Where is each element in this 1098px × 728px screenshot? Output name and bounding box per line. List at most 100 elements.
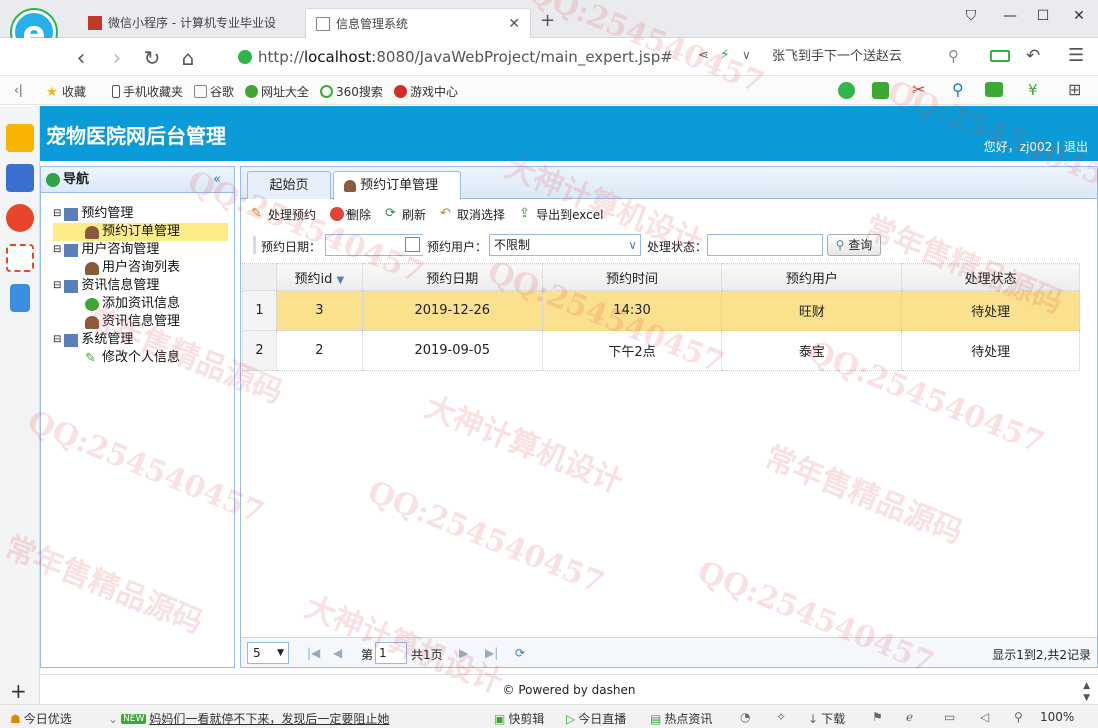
pager-refresh-icon[interactable]: ⟳ [515, 646, 525, 660]
pager: 5 ▼ |◀ ◀ 第 1 共1页 ▶ ▶| ⟳ 显示1到2,共2记录 [241, 637, 1097, 667]
column-header[interactable]: 处理状态 [901, 263, 1080, 291]
tree-item-consult-list[interactable]: 用户咨询列表 [53, 259, 228, 277]
menu-icon[interactable]: ☰ [1068, 45, 1084, 66]
share-icon[interactable]: ⋖ [698, 48, 709, 63]
weibo-icon[interactable] [6, 204, 34, 232]
tab-order-manage[interactable]: 预约订单管理 × [333, 171, 461, 219]
add-icon [85, 297, 99, 311]
status-item[interactable]: ☗ 今日优选 [10, 710, 72, 727]
delete-button[interactable]: 删除 [330, 206, 371, 223]
zoom-icon[interactable]: ⚲ [1014, 710, 1023, 724]
browser-tab-active[interactable]: 信息管理系统 ✕ [305, 8, 531, 38]
window-icon[interactable]: ▭ [944, 710, 955, 724]
back-icon[interactable]: ‹ [68, 46, 94, 71]
main-panel: 起始页 预约订单管理 × ✎ 处理预约 删除 ⟳ 刷新 ↶ 取消选择 ⇪ 导出到exce… [240, 166, 1098, 668]
yen-icon[interactable]: ¥ [1028, 81, 1038, 99]
ext-add-icon[interactable] [872, 82, 889, 99]
magnifier-icon[interactable]: ⚲ [952, 80, 964, 99]
ext-green-icon[interactable] [838, 82, 855, 99]
volume-icon[interactable]: ◁ [980, 710, 989, 724]
process-button[interactable]: ✎ 处理预约 [251, 206, 316, 223]
next-page-icon[interactable]: ▶ [459, 646, 468, 660]
export-excel-button[interactable]: ⇪ 导出到excel [519, 206, 603, 223]
close-window-icon[interactable]: ✕ [1064, 8, 1094, 28]
table-row[interactable]: 2 2 2019-09-05 下午2点 泰宝 待处理 [242, 330, 1080, 371]
sidebar-toggle-icon[interactable]: ‹| [14, 83, 23, 97]
ie-icon[interactable]: ℯ [906, 710, 913, 724]
first-page-icon[interactable]: |◀ [307, 646, 320, 660]
column-header[interactable]: 预约时间 [541, 263, 723, 291]
forward-icon[interactable]: › [104, 46, 130, 71]
chevron-down-icon[interactable]: ∨ [742, 48, 751, 62]
mail-icon[interactable] [6, 244, 34, 272]
deselect-button[interactable]: ↶ 取消选择 [440, 206, 505, 223]
cell-date: 2019-09-05 [361, 330, 543, 371]
cell-time: 14:30 [541, 290, 723, 331]
column-header[interactable]: 预约用户 [721, 263, 903, 291]
status-news[interactable]: ⌄ NEW 妈妈们一看就停不下来，发现后一定要阻止她 [108, 710, 389, 727]
last-page-icon[interactable]: ▶| [485, 646, 498, 660]
tab-close-icon[interactable]: ✕ [508, 10, 520, 38]
browser-nav-bar: ‹ › ↻ ⌂ http://localhost:8080/JavaWebPro… [0, 38, 1098, 76]
tab-favicon-icon [88, 16, 102, 30]
favorites-icon[interactable] [6, 124, 34, 152]
tree-item-news-manage[interactable]: 资讯信息管理 [53, 313, 228, 331]
collapse-icon[interactable]: « [213, 167, 221, 193]
tab-home[interactable]: 起始页 [247, 171, 331, 199]
welcome-logout[interactable]: 您好，zj002 | 退出 [984, 138, 1088, 155]
add-sidebar-icon[interactable]: + [10, 679, 27, 703]
flag-icon[interactable]: ⚑ [872, 710, 883, 724]
bookmark-item[interactable]: 手机收藏夹 [112, 83, 183, 100]
tree-item-order-manage[interactable]: 预约订单管理 [53, 223, 228, 241]
refresh-button[interactable]: ⟳ 刷新 [385, 206, 426, 223]
status-item[interactable]: ▣ 快剪辑 [494, 710, 544, 727]
tab-label: 微信小程序 - 计算机专业毕业设 [108, 16, 276, 30]
tree-item-add-news[interactable]: 添加资讯信息 [53, 295, 228, 313]
column-header[interactable]: 预约id ▼ [275, 263, 363, 291]
maximize-icon[interactable]: ☐ [1028, 8, 1058, 28]
search-icon[interactable]: ⚲ [948, 47, 959, 65]
query-button[interactable]: ⚲ 查询 [827, 234, 881, 256]
bookmark-item[interactable]: 游戏中心 [394, 83, 458, 100]
export-icon: ⇪ [519, 206, 530, 221]
lightning-icon[interactable]: ⚡ [720, 47, 730, 63]
calendar-icon[interactable] [405, 237, 420, 252]
shirt-icon[interactable]: ⛉ [956, 8, 986, 28]
browser-tab-miniprogram[interactable]: 微信小程序 - 计算机专业毕业设 [78, 8, 304, 38]
tree-node-news[interactable]: ⊟ 资讯信息管理 [53, 277, 228, 295]
pin-icon[interactable]: ✧ [776, 710, 786, 724]
new-tab-icon[interactable]: + [540, 10, 555, 31]
status-item[interactable]: ↓ 下载 [808, 710, 845, 727]
state-input[interactable] [707, 234, 823, 256]
zoom-level[interactable]: 100% [1040, 710, 1074, 724]
minimize-icon[interactable]: — [995, 8, 1025, 28]
game-icon [394, 85, 407, 98]
status-item[interactable]: ▷ 今日直播 [566, 710, 626, 727]
tree-node-system[interactable]: ⊟ 系统管理 [53, 331, 228, 349]
home-icon[interactable]: ⌂ [175, 46, 201, 70]
undo-icon[interactable]: ↶ [1026, 46, 1040, 66]
column-header[interactable]: 预约日期 [361, 263, 543, 291]
bookmark-item[interactable]: 网址大全 [245, 83, 309, 100]
document-icon[interactable] [10, 284, 30, 312]
prev-page-icon[interactable]: ◀ [333, 646, 342, 660]
speed-icon[interactable]: ◔ [740, 710, 750, 724]
bookmark-item[interactable]: ★ 收藏 [46, 83, 86, 100]
status-item[interactable]: ▤ 热点资讯 [650, 710, 712, 727]
tree-node-consult[interactable]: ⊟ 用户咨询管理 [53, 241, 228, 259]
apps-icon[interactable]: ⊞ [1068, 80, 1081, 99]
table-row[interactable]: 1 3 2019-12-26 14:30 旺财 待处理 [242, 290, 1080, 331]
battery-icon[interactable] [990, 50, 1010, 62]
refresh-icon[interactable]: ↻ [139, 46, 165, 70]
scissors-icon[interactable]: ✂ [912, 80, 925, 99]
news-icon[interactable] [6, 164, 34, 192]
search-input[interactable]: 张飞到手下一个送赵云 [772, 45, 972, 69]
bookmark-item[interactable]: 360搜索 [320, 83, 383, 100]
page-input[interactable]: 1 [375, 642, 407, 664]
gamepad-icon[interactable] [985, 82, 1003, 97]
tree-node-appointment[interactable]: ⊟ 预约管理 [53, 205, 228, 223]
bookmark-item[interactable]: 谷歌 [194, 83, 234, 100]
tree-item-edit-profile[interactable]: ✎ 修改个人信息 [53, 349, 228, 367]
user-select[interactable]: 不限制 ∨ [489, 234, 641, 256]
page-size-select[interactable]: 5 ▼ [247, 642, 289, 664]
